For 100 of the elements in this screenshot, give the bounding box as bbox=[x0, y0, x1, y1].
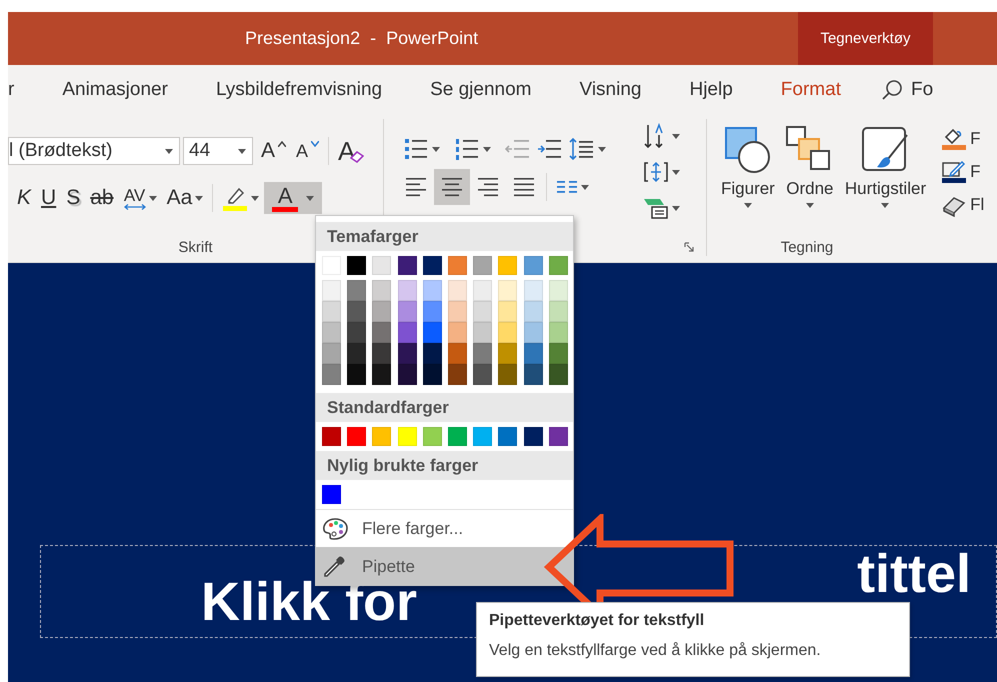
strike-button[interactable]: ab bbox=[85, 182, 119, 214]
color-swatch[interactable] bbox=[473, 301, 492, 322]
color-swatch[interactable] bbox=[322, 343, 341, 364]
color-swatch[interactable] bbox=[473, 322, 492, 343]
ribbon-tab[interactable]: Hjelp bbox=[689, 79, 733, 101]
ribbon-tab[interactable]: Animasjoner bbox=[62, 79, 168, 101]
ribbon-tab[interactable]: Visning bbox=[580, 79, 642, 101]
color-swatch[interactable] bbox=[347, 322, 366, 343]
color-swatch[interactable] bbox=[422, 301, 442, 322]
styles-button[interactable]: Hurtigstiler bbox=[840, 125, 930, 208]
color-swatch[interactable] bbox=[398, 322, 417, 343]
color-swatch[interactable] bbox=[347, 364, 366, 385]
color-swatch[interactable] bbox=[524, 343, 542, 364]
color-swatch[interactable] bbox=[372, 301, 392, 322]
align-center-button[interactable] bbox=[434, 169, 470, 205]
color-swatch[interactable] bbox=[398, 301, 417, 322]
font-size-field[interactable]: 44 bbox=[183, 137, 253, 165]
color-swatch[interactable] bbox=[422, 364, 442, 385]
color-swatch[interactable] bbox=[524, 280, 542, 301]
ribbon-tab[interactable]: Format bbox=[780, 79, 841, 101]
color-swatch[interactable] bbox=[398, 364, 417, 385]
color-swatch[interactable] bbox=[448, 280, 467, 301]
color-swatch[interactable] bbox=[473, 343, 492, 364]
color-swatch[interactable] bbox=[448, 343, 467, 364]
color-swatch[interactable] bbox=[548, 427, 568, 446]
color-swatch[interactable] bbox=[398, 280, 417, 301]
color-swatch[interactable] bbox=[322, 280, 341, 301]
dialog-launcher-icon[interactable] bbox=[684, 242, 694, 252]
color-swatch[interactable] bbox=[498, 301, 518, 322]
ribbon-tab[interactable]: Lysbildefremvisning bbox=[216, 79, 382, 101]
decrease-font-size-button[interactable]: A bbox=[291, 135, 324, 167]
color-swatch[interactable] bbox=[448, 301, 467, 322]
color-swatch[interactable] bbox=[498, 322, 518, 343]
color-swatch[interactable] bbox=[498, 364, 518, 385]
color-swatch[interactable] bbox=[347, 256, 366, 275]
color-swatch[interactable] bbox=[422, 280, 442, 301]
color-swatch[interactable] bbox=[498, 427, 518, 446]
font-color-button[interactable]: A bbox=[264, 182, 322, 214]
eyedropper-menu-item[interactable]: Pipette bbox=[316, 547, 573, 585]
color-swatch[interactable] bbox=[548, 301, 568, 322]
color-swatch[interactable] bbox=[448, 364, 467, 385]
color-swatch[interactable] bbox=[448, 256, 467, 275]
color-swatch[interactable] bbox=[422, 427, 442, 446]
color-swatch[interactable] bbox=[372, 322, 392, 343]
color-swatch[interactable] bbox=[473, 256, 492, 275]
font-name-field[interactable]: l (Brødtekst) bbox=[8, 137, 180, 165]
color-swatch[interactable] bbox=[398, 256, 417, 275]
color-swatch[interactable] bbox=[524, 322, 542, 343]
color-swatch[interactable] bbox=[372, 256, 392, 275]
color-swatch[interactable] bbox=[524, 364, 542, 385]
color-swatch[interactable] bbox=[498, 343, 518, 364]
color-swatch[interactable] bbox=[322, 364, 341, 385]
color-swatch[interactable] bbox=[524, 301, 542, 322]
color-swatch[interactable] bbox=[498, 280, 518, 301]
color-swatch[interactable] bbox=[448, 322, 467, 343]
color-swatch[interactable] bbox=[398, 343, 417, 364]
arrange-button[interactable]: Ordne bbox=[780, 125, 839, 208]
color-swatch[interactable] bbox=[398, 427, 417, 446]
color-swatch[interactable] bbox=[473, 427, 492, 446]
color-swatch[interactable] bbox=[372, 427, 392, 446]
shape-effects-button[interactable]: Fl bbox=[942, 191, 984, 219]
shape-fill-button[interactable]: F bbox=[942, 125, 984, 153]
underline-button[interactable]: U bbox=[36, 182, 62, 214]
color-swatch[interactable] bbox=[422, 256, 442, 275]
color-swatch[interactable] bbox=[524, 256, 542, 275]
color-swatch[interactable] bbox=[422, 343, 442, 364]
context-tab[interactable]: Tegneverktøy bbox=[798, 12, 933, 65]
search-label[interactable]: Fo bbox=[910, 79, 934, 101]
color-swatch[interactable] bbox=[322, 322, 341, 343]
color-swatch[interactable] bbox=[524, 427, 542, 446]
color-swatch[interactable] bbox=[548, 256, 568, 275]
color-swatch[interactable] bbox=[548, 364, 568, 385]
color-swatch[interactable] bbox=[347, 343, 366, 364]
color-swatch[interactable] bbox=[372, 280, 392, 301]
color-swatch[interactable] bbox=[473, 280, 492, 301]
ribbon-tab[interactable]: Se gjennom bbox=[430, 79, 532, 101]
color-swatch[interactable] bbox=[372, 364, 392, 385]
color-swatch[interactable] bbox=[548, 343, 568, 364]
ribbon-tab[interactable]: r bbox=[8, 79, 14, 101]
more-colors-menu-item[interactable]: Flere farger... bbox=[316, 509, 573, 547]
color-swatch[interactable] bbox=[448, 427, 467, 446]
color-swatch[interactable] bbox=[322, 485, 341, 504]
color-swatch[interactable] bbox=[322, 301, 341, 322]
color-swatch[interactable] bbox=[548, 322, 568, 343]
color-swatch[interactable] bbox=[322, 427, 341, 446]
italic-button[interactable]: K bbox=[12, 182, 36, 214]
shape-outline-button[interactable]: F bbox=[942, 158, 984, 186]
color-swatch[interactable] bbox=[498, 256, 518, 275]
color-swatch[interactable] bbox=[347, 301, 366, 322]
color-swatch[interactable] bbox=[422, 322, 442, 343]
color-swatch[interactable] bbox=[347, 280, 366, 301]
increase-font-size-button[interactable]: A bbox=[256, 135, 292, 167]
color-swatch[interactable] bbox=[372, 343, 392, 364]
shadow-button[interactable]: S bbox=[61, 182, 86, 214]
color-swatch[interactable] bbox=[548, 280, 568, 301]
color-swatch[interactable] bbox=[347, 427, 366, 446]
color-swatch[interactable] bbox=[473, 364, 492, 385]
change-case-button[interactable]: Aa bbox=[162, 182, 208, 214]
character-spacing-button[interactable]: AV bbox=[118, 182, 162, 214]
shapes-button[interactable]: Figurer bbox=[717, 125, 779, 208]
